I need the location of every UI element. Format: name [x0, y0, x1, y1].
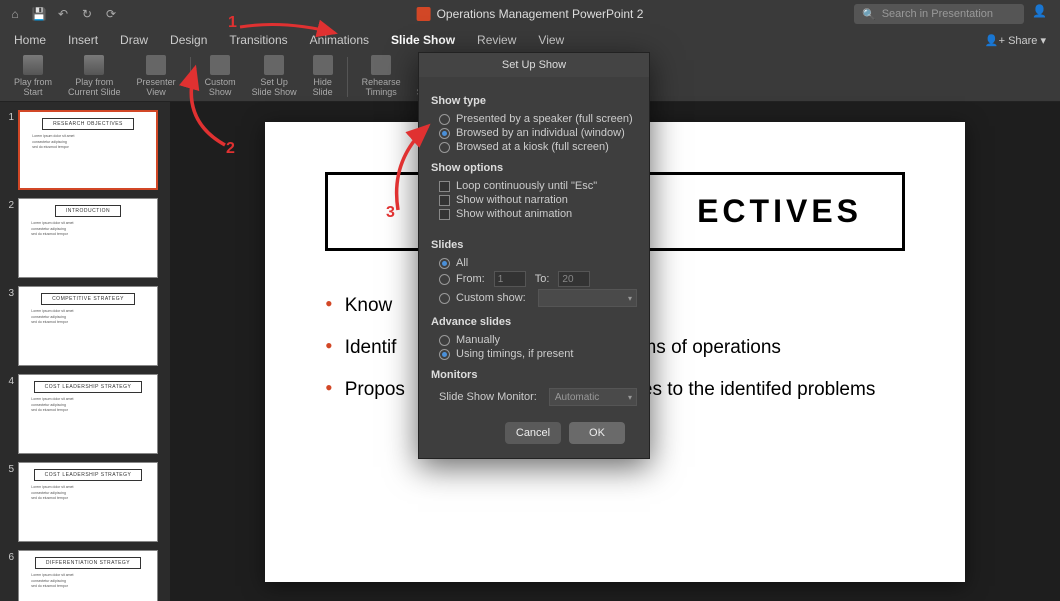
slide-thumbnails[interactable]: 1 RESEARCH OBJECTIVES Lorem ipsum dolor …	[0, 102, 170, 601]
thumb-3[interactable]: COMPETITIVE STRATEGY Lorem ipsum dolor s…	[18, 286, 158, 366]
save-icon[interactable]: 💾	[32, 7, 46, 21]
radio-manually[interactable]: Manually	[431, 333, 637, 347]
from-input[interactable]	[494, 271, 526, 287]
dialog-title: Set Up Show	[419, 53, 649, 77]
thumb-6[interactable]: DIFFERENTIATION STRATEGY Lorem ipsum dol…	[18, 550, 158, 601]
show-type-label: Show type	[431, 95, 637, 107]
custom-show-dropdown[interactable]	[538, 289, 637, 307]
radio-individual[interactable]: Browsed by an individual (window)	[431, 126, 637, 140]
redo-icon[interactable]: ↻	[80, 7, 94, 21]
undo-icon[interactable]: ↶	[56, 7, 70, 21]
window-title: Operations Management PowerPoint 2	[417, 7, 644, 21]
search-input[interactable]: 🔍 Search in Presentation	[854, 4, 1024, 24]
cancel-button[interactable]: Cancel	[505, 422, 561, 444]
radio-speaker[interactable]: Presented by a speaker (full screen)	[431, 112, 637, 126]
setup-slide-show-button[interactable]: Set Up Slide Show	[246, 53, 303, 100]
play-from-start-button[interactable]: Play from Start	[8, 53, 58, 100]
radio-from-to[interactable]: From:To:	[431, 270, 637, 288]
titlebar: ⌂ 💾 ↶ ↻ ⟳ Operations Management PowerPoi…	[0, 0, 1060, 28]
thumb-2[interactable]: INTRODUCTION Lorem ipsum dolor sit ametc…	[18, 198, 158, 278]
presenter-view-button[interactable]: Presenter View	[131, 53, 182, 100]
thumb-5[interactable]: COST LEADERSHIP STRATEGY Lorem ipsum dol…	[18, 462, 158, 542]
share-button[interactable]: 👤+ Share ▾	[985, 34, 1046, 47]
radio-all-slides[interactable]: All	[431, 256, 637, 270]
play-from-current-button[interactable]: Play from Current Slide	[62, 53, 127, 100]
annotation-2: 2	[226, 140, 235, 158]
slides-label: Slides	[431, 239, 637, 251]
monitors-label: Monitors	[431, 369, 637, 381]
rehearse-timings-button[interactable]: Rehearse Timings	[356, 53, 407, 100]
hide-slide-button[interactable]: Hide Slide	[307, 53, 339, 100]
to-input[interactable]	[558, 271, 590, 287]
tab-animations[interactable]: Animations	[310, 33, 369, 47]
check-loop[interactable]: Loop continuously until "Esc"	[431, 179, 637, 193]
refresh-icon[interactable]: ⟳	[104, 7, 118, 21]
annotation-3: 3	[386, 204, 395, 222]
show-options-label: Show options	[431, 162, 637, 174]
monitor-dropdown[interactable]: Automatic	[549, 388, 637, 406]
home-icon[interactable]: ⌂	[8, 7, 22, 21]
radio-timings[interactable]: Using timings, if present	[431, 347, 637, 361]
tab-design[interactable]: Design	[170, 33, 207, 47]
setup-show-dialog: Set Up Show Show type Presented by a spe…	[418, 52, 650, 459]
radio-custom-show[interactable]: Custom show:	[431, 288, 637, 308]
thumb-4[interactable]: COST LEADERSHIP STRATEGY Lorem ipsum dol…	[18, 374, 158, 454]
custom-show-button[interactable]: Custom Show	[199, 53, 242, 100]
document-title: Operations Management PowerPoint 2	[437, 7, 644, 21]
search-icon: 🔍	[862, 8, 876, 21]
radio-kiosk[interactable]: Browsed at a kiosk (full screen)	[431, 140, 637, 154]
tab-insert[interactable]: Insert	[68, 33, 98, 47]
annotation-1: 1	[228, 14, 237, 32]
check-no-animation[interactable]: Show without animation	[431, 207, 637, 221]
ribbon-tabs: Home Insert Draw Design Transitions Anim…	[0, 28, 1060, 52]
tab-view[interactable]: View	[538, 33, 564, 47]
tab-transitions[interactable]: Transitions	[229, 33, 287, 47]
advance-label: Advance slides	[431, 316, 637, 328]
tab-review[interactable]: Review	[477, 33, 516, 47]
account-icon[interactable]: 👤	[1032, 4, 1052, 24]
tab-home[interactable]: Home	[14, 33, 46, 47]
thumb-1[interactable]: RESEARCH OBJECTIVES Lorem ipsum dolor si…	[18, 110, 158, 190]
check-no-narration[interactable]: Show without narration	[431, 193, 637, 207]
tab-slide-show[interactable]: Slide Show	[391, 33, 455, 47]
powerpoint-icon	[417, 7, 431, 21]
ok-button[interactable]: OK	[569, 422, 625, 444]
tab-draw[interactable]: Draw	[120, 33, 148, 47]
